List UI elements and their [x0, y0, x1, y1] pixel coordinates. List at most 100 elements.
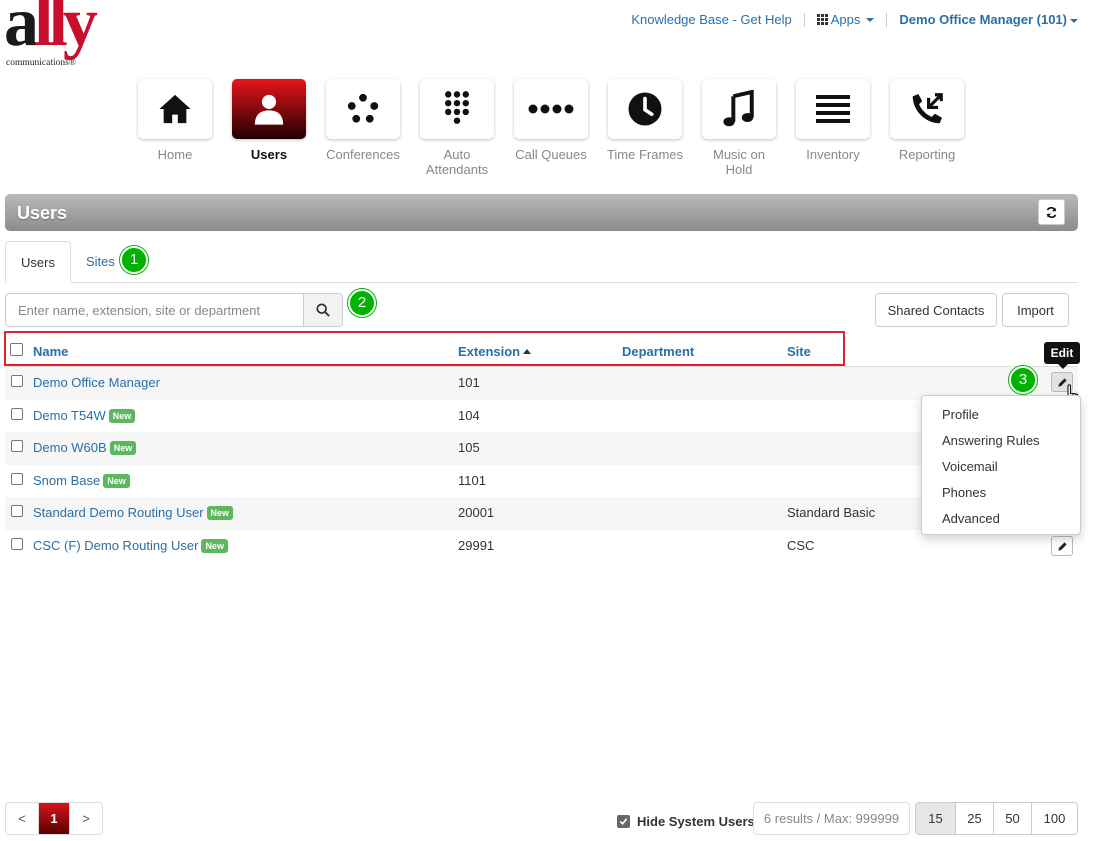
column-header-extension[interactable]: Extension: [458, 344, 532, 359]
menu-item-profile[interactable]: Profile: [922, 402, 1080, 428]
row-checkbox[interactable]: [11, 538, 23, 550]
help-link[interactable]: Knowledge Base - Get Help: [631, 12, 791, 27]
user-site: CSC: [787, 538, 815, 553]
new-badge: New: [103, 474, 130, 488]
app-music-on-hold[interactable]: Music on Hold: [692, 79, 786, 177]
row-checkbox[interactable]: [11, 473, 23, 485]
tab-users[interactable]: Users: [5, 241, 71, 283]
user-site: Standard Basic: [787, 505, 876, 520]
divider: [886, 12, 888, 27]
phone-reporting-icon: [912, 93, 943, 124]
user-menu[interactable]: Demo Office Manager (101): [899, 12, 1078, 27]
shared-contacts-button[interactable]: Shared Contacts: [875, 293, 997, 327]
app-inventory[interactable]: Inventory: [786, 79, 880, 177]
row-checkbox[interactable]: [11, 440, 23, 452]
user-name-link[interactable]: Standard Demo Routing User New: [33, 505, 234, 520]
user-name-link[interactable]: CSC (F) Demo Routing User New: [33, 538, 228, 553]
app-label: Music on Hold: [712, 147, 766, 177]
table-row[interactable]: Demo T54W New 104: [5, 400, 1078, 433]
chevron-down-icon: [1070, 18, 1078, 23]
menu-item-phones[interactable]: Phones: [922, 480, 1080, 506]
app-conferences[interactable]: Conferences: [316, 79, 410, 177]
menu-item-voicemail[interactable]: Voicemail: [922, 454, 1080, 480]
user-extension: 104: [458, 408, 480, 423]
menu-item-answering-rules[interactable]: Answering Rules: [922, 428, 1080, 454]
user-name-link[interactable]: Demo Office Manager: [33, 375, 160, 390]
page-size-15[interactable]: 15: [916, 803, 955, 834]
page-title: Users: [17, 203, 68, 223]
refresh-button[interactable]: [1038, 199, 1065, 225]
user-name-link[interactable]: Demo T54W New: [33, 408, 136, 423]
user-name: Standard Demo Routing User: [33, 505, 204, 520]
step-badge-3: 3: [1009, 366, 1037, 394]
app-auto-attendants[interactable]: Auto Attendants: [410, 79, 504, 177]
user-name: CSC (F) Demo Routing User: [33, 538, 199, 553]
table-row[interactable]: CSC (F) Demo Routing User New 29991 CSC: [5, 530, 1078, 563]
top-nav: Knowledge Base - Get Help Apps Demo Offi…: [631, 12, 1078, 27]
ally-logo[interactable]: ally communications®: [4, 0, 136, 72]
user-name-link[interactable]: Demo W60B New: [33, 440, 137, 455]
conference-icon: [347, 93, 379, 123]
user-name: Demo T54W: [33, 408, 106, 423]
edit-menu: Profile Answering Rules Voicemail Phones…: [921, 395, 1081, 535]
user-menu-label: Demo Office Manager (101): [899, 12, 1067, 27]
table-row[interactable]: Demo W60B New 105: [5, 432, 1078, 465]
row-checkbox[interactable]: [11, 505, 23, 517]
search-button[interactable]: [303, 294, 342, 326]
results-count: 6 results / Max: 999999: [753, 802, 910, 835]
home-icon: [159, 94, 191, 124]
chevron-down-icon: [866, 17, 875, 22]
app-label: Reporting: [898, 147, 956, 162]
search-icon: [316, 303, 330, 317]
row-checkbox[interactable]: [11, 408, 23, 420]
menu-item-advanced[interactable]: Advanced: [922, 506, 1080, 532]
row-checkbox[interactable]: [11, 375, 23, 387]
apps-menu[interactable]: Apps: [816, 12, 875, 27]
app-label: Users: [250, 147, 288, 162]
new-badge: New: [201, 539, 228, 553]
app-home[interactable]: Home: [128, 79, 222, 177]
user-name-link[interactable]: Snom Base New: [33, 473, 130, 488]
column-label: Extension: [458, 344, 521, 359]
app-reporting[interactable]: Reporting: [880, 79, 974, 177]
edit-button[interactable]: [1051, 536, 1073, 556]
user-extension: 105: [458, 440, 480, 455]
user-extension: 1101: [458, 473, 486, 488]
column-header-name[interactable]: Name: [33, 344, 68, 359]
select-all-checkbox[interactable]: [10, 343, 23, 356]
new-badge: New: [206, 506, 234, 520]
app-call-queues[interactable]: Call Queues: [504, 79, 598, 177]
checkbox-checked[interactable]: [617, 815, 630, 828]
prev-page-button[interactable]: <: [6, 803, 38, 834]
import-button[interactable]: Import: [1002, 293, 1069, 327]
page-size-100[interactable]: 100: [1031, 803, 1077, 834]
hide-system-users-toggle[interactable]: Hide System Users: [617, 814, 755, 829]
column-header-department[interactable]: Department: [622, 344, 694, 359]
column-header-site[interactable]: Site: [787, 344, 811, 359]
app-users[interactable]: Users: [222, 79, 316, 177]
table-row[interactable]: Demo Office Manager 101: [5, 367, 1078, 400]
page-size-50[interactable]: 50: [993, 803, 1031, 834]
page-1-button[interactable]: 1: [38, 803, 70, 834]
user-name: Snom Base: [33, 473, 101, 488]
queue-dots-icon: [528, 104, 574, 114]
hide-system-users-label: Hide System Users: [637, 814, 755, 829]
list-icon: [816, 95, 850, 123]
page-size-25[interactable]: 25: [955, 803, 993, 834]
clock-icon: [628, 92, 662, 126]
search-input[interactable]: [6, 294, 303, 326]
music-note-icon: [723, 90, 754, 127]
divider: [803, 12, 805, 27]
table-row[interactable]: Snom Base New 1101: [5, 465, 1078, 498]
next-page-button[interactable]: >: [70, 803, 102, 834]
logo-letter: a: [4, 0, 39, 61]
table-row[interactable]: Standard Demo Routing User New 20001 Stan…: [5, 497, 1078, 530]
app-label: Home: [157, 147, 193, 162]
logo-letters: lly: [34, 0, 98, 61]
table-header-highlight: [4, 331, 845, 366]
user-name: Demo Office Manager: [33, 375, 160, 390]
page-size-selector: 15 25 50 100: [915, 802, 1078, 835]
app-time-frames[interactable]: Time Frames: [598, 79, 692, 177]
step-badge-1: 1: [120, 246, 148, 274]
search-box: [5, 293, 343, 327]
